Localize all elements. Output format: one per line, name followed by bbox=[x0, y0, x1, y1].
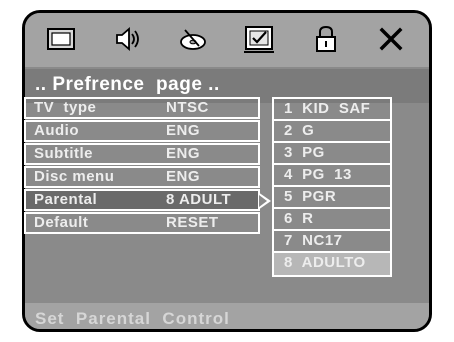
option-item[interactable]: 6 R bbox=[274, 209, 390, 231]
tab-exit[interactable] bbox=[373, 23, 409, 55]
option-item[interactable]: 5 PGR bbox=[274, 187, 390, 209]
menu-row-tv-type[interactable]: TV type NTSC bbox=[24, 97, 260, 119]
option-item[interactable]: 4 PG 13 bbox=[274, 165, 390, 187]
menu-row-parental[interactable]: Parental 8 ADULT bbox=[24, 189, 260, 211]
disc-icon bbox=[180, 29, 206, 50]
option-item-selected[interactable]: 8 ADULTO bbox=[274, 253, 390, 275]
page-title: .. Prefrence page .. bbox=[35, 74, 220, 95]
padlock-icon bbox=[316, 25, 336, 52]
menu-row-audio[interactable]: Audio ENG bbox=[24, 120, 260, 142]
option-item[interactable]: 1 KID SAF bbox=[274, 99, 390, 121]
status-bar: Set Parental Control bbox=[25, 303, 429, 329]
menu-row-value: ENG bbox=[166, 145, 201, 162]
menu-row-default[interactable]: Default RESET bbox=[24, 212, 260, 234]
menu-row-label: TV type bbox=[34, 99, 97, 116]
tab-audio[interactable] bbox=[109, 23, 145, 55]
menu-row-label: Audio bbox=[34, 122, 79, 139]
menu-row-subtitle[interactable]: Subtitle ENG bbox=[24, 143, 260, 165]
menu-row-label: Disc menu bbox=[34, 168, 115, 185]
menu-row-value: ENG bbox=[166, 122, 201, 139]
menu-row-value: ENG bbox=[166, 168, 201, 185]
menu-row-value: 8 ADULT bbox=[166, 191, 232, 208]
menu-row-label: Subtitle bbox=[34, 145, 93, 162]
menu-row-label: Default bbox=[34, 214, 89, 231]
speaker-icon bbox=[116, 27, 139, 51]
status-text: Set Parental Control bbox=[35, 309, 230, 328]
preference-menu: TV type NTSC Audio ENG Subtitle ENG Disc… bbox=[24, 97, 260, 235]
option-item[interactable]: 7 NC17 bbox=[274, 231, 390, 253]
tab-general[interactable] bbox=[43, 23, 79, 55]
tab-video[interactable] bbox=[175, 23, 211, 55]
menu-row-value: NTSC bbox=[166, 99, 209, 116]
tab-toolbar bbox=[25, 13, 429, 67]
submenu-arrow-inner bbox=[259, 195, 267, 207]
tab-password[interactable] bbox=[308, 23, 344, 55]
close-icon bbox=[379, 27, 403, 51]
tab-preference[interactable] bbox=[241, 23, 277, 55]
option-item[interactable]: 2 G bbox=[274, 121, 390, 143]
menu-row-label: Parental bbox=[34, 191, 98, 208]
parental-options-list: 1 KID SAF 2 G 3 PG 4 PG 13 5 PGR 6 R 7 N… bbox=[272, 97, 392, 277]
tv-screen-icon bbox=[47, 28, 75, 50]
menu-row-value: RESET bbox=[166, 214, 219, 231]
option-item[interactable]: 3 PG bbox=[274, 143, 390, 165]
checked-screen-icon bbox=[244, 26, 274, 53]
menu-row-disc-menu[interactable]: Disc menu ENG bbox=[24, 166, 260, 188]
